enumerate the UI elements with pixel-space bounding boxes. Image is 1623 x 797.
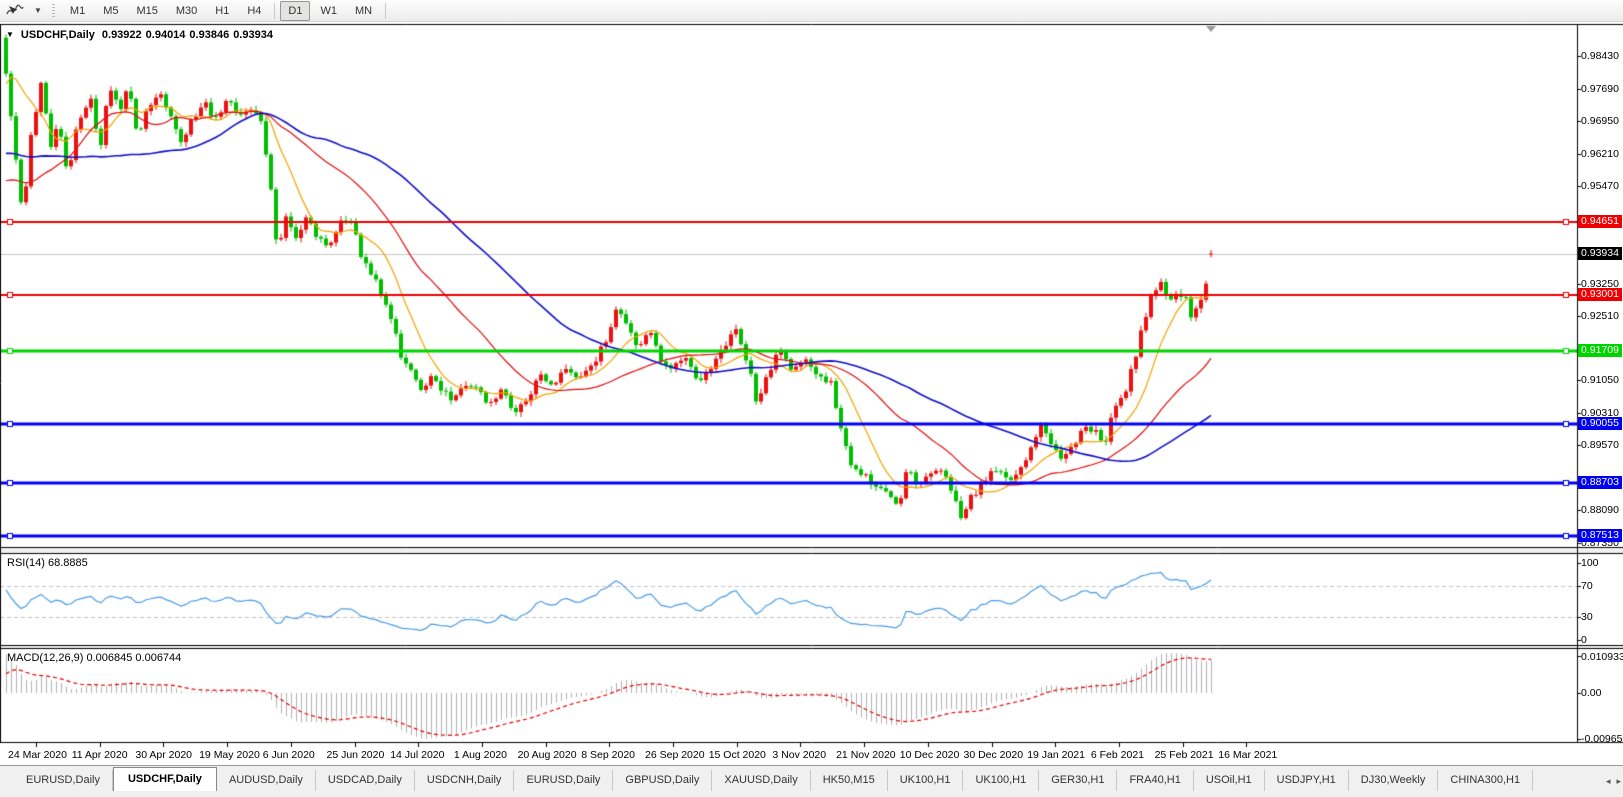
timeframe-button-M15[interactable]: M15 (128, 1, 165, 21)
timeframe-button-H4[interactable]: H4 (239, 1, 269, 21)
arrow-right-icon[interactable]: ▸ (1616, 776, 1621, 787)
toolbar-separator (274, 3, 275, 19)
chart-tab-uk100-h1[interactable]: UK100,H1 (963, 770, 1039, 791)
chart-tab-audusd-daily[interactable]: AUDUSD,Daily (217, 770, 316, 791)
line-studies-dropdown[interactable]: ▼ (29, 1, 47, 21)
mt4-window: ▼ M1M5M15M30H1H4D1W1MN ▼ USDCHF,Daily 0.… (0, 0, 1623, 797)
timeframe-button-W1[interactable]: W1 (312, 1, 345, 21)
cursor-wave-icon (6, 3, 24, 18)
timeframe-button-D1[interactable]: D1 (280, 1, 310, 21)
chart-tab-bar: EURUSD,DailyUSDCHF,DailyAUDUSD,DailyUSDC… (0, 765, 1623, 791)
chart-tab-hk50-m15[interactable]: HK50,M15 (811, 770, 888, 791)
chart-tab-eurusd-daily[interactable]: EURUSD,Daily (514, 770, 613, 791)
chart-tabs: EURUSD,DailyUSDCHF,DailyAUDUSD,DailyUSDC… (14, 767, 1533, 791)
timeframe-buttons: M1M5M15M30H1H4 D1W1MN (61, 1, 390, 21)
timeframe-button-MN[interactable]: MN (347, 1, 380, 21)
chart-tab-xauusd-daily[interactable]: XAUUSD,Daily (712, 770, 810, 791)
chart-tab-usdchf-daily[interactable]: USDCHF,Daily (113, 767, 217, 791)
chart-tab-usdcad-daily[interactable]: USDCAD,Daily (316, 770, 415, 791)
chart-tab-usdcnh-daily[interactable]: USDCNH,Daily (415, 770, 515, 791)
chart-tab-usoil-h1[interactable]: USOil,H1 (1194, 770, 1265, 791)
timeframe-button-M30[interactable]: M30 (168, 1, 205, 21)
arrow-left-icon[interactable]: ◂ (1606, 776, 1611, 787)
tab-scroll-buttons: ◂ ▸ (1606, 776, 1621, 787)
chevron-down-icon: ▼ (34, 6, 42, 15)
chart-tab-eurusd-daily[interactable]: EURUSD,Daily (14, 770, 113, 791)
toolbar-separator (385, 3, 386, 19)
chart-tab-fra40-h1[interactable]: FRA40,H1 (1117, 770, 1193, 791)
chart-tab-uk100-h1[interactable]: UK100,H1 (888, 770, 964, 791)
status-strip (0, 791, 1623, 797)
timeframe-button-M1[interactable]: M1 (62, 1, 93, 21)
line-studies-button[interactable] (3, 1, 27, 21)
chart-tab-china300-h1[interactable]: CHINA300,H1 (1438, 770, 1533, 791)
chart-tab-usdjpy-h1[interactable]: USDJPY,H1 (1265, 770, 1349, 791)
chart-tab-gbpusd-daily[interactable]: GBPUSD,Daily (613, 770, 712, 791)
chart-tab-dj30-weekly[interactable]: DJ30,Weekly (1349, 770, 1439, 791)
toolbar-grip-handle[interactable] (52, 4, 55, 18)
timeframe-toolbar: ▼ M1M5M15M30H1H4 D1W1MN (0, 0, 1623, 22)
timeframe-button-H1[interactable]: H1 (207, 1, 237, 21)
timeframe-button-M5[interactable]: M5 (95, 1, 126, 21)
chart-tab-ger30-h1[interactable]: GER30,H1 (1039, 770, 1117, 791)
price-chart-canvas[interactable] (0, 22, 1623, 765)
